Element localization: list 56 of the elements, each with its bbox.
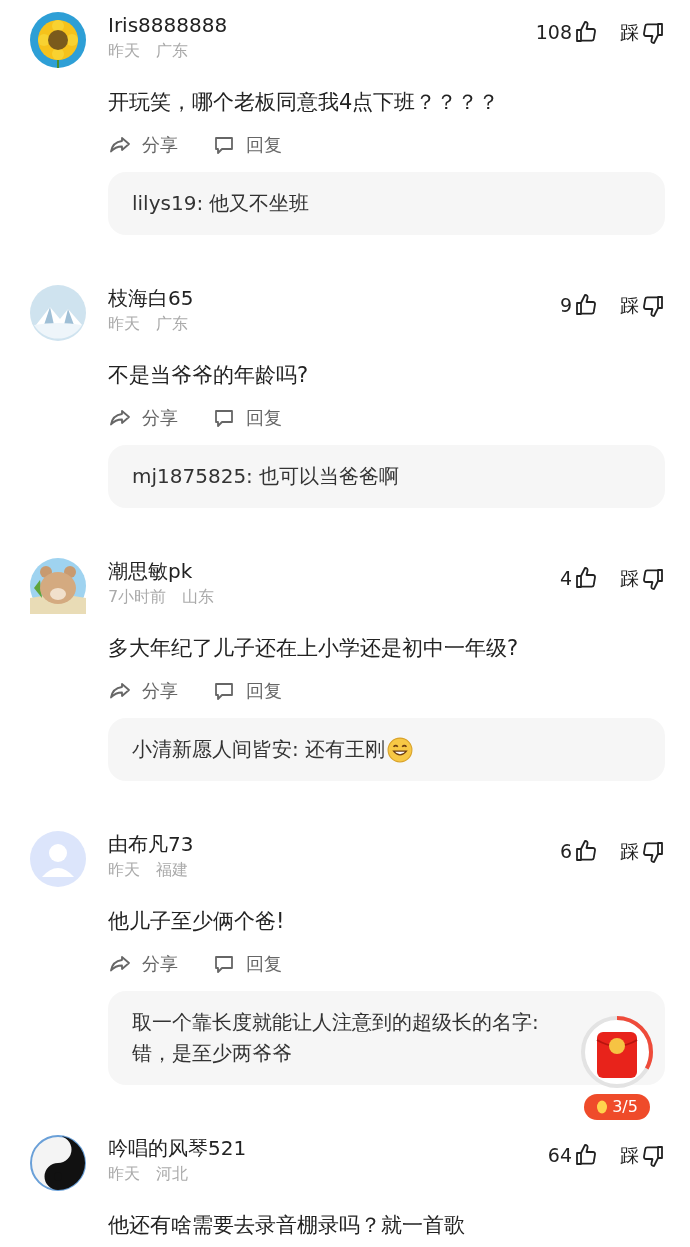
comment-text: 不是当爷爷的年龄吗? [108, 362, 310, 389]
progress-badge: 3/5 [584, 1094, 650, 1120]
user-location: 福建 [156, 859, 188, 881]
post-time: 昨天 [108, 313, 140, 335]
like-button[interactable]: 9 [559, 293, 598, 317]
coin-icon [596, 1100, 609, 1114]
post-time: 昨天 [108, 40, 140, 62]
thumbs-up-icon [574, 566, 598, 590]
like-button[interactable]: 6 [559, 839, 598, 863]
thumbs-down-icon [641, 840, 665, 864]
reply-button[interactable]: 回复 [212, 949, 282, 979]
thumbs-down-icon [641, 21, 665, 45]
reply-text: mj1875825: 也可以当爸爸啊 [132, 463, 400, 490]
share-button[interactable]: 分享 [108, 130, 178, 160]
thumbs-down-icon [641, 294, 665, 318]
post-time: 昨天 [108, 1163, 140, 1185]
user-name[interactable]: 由布凡73 [108, 831, 194, 857]
user-name[interactable]: 潮思敏pk [108, 558, 215, 584]
post-time: 昨天 [108, 859, 140, 881]
reply-text: 取一个靠长度就能让人注意到的超级长的名字: 错，是至少两爷爷 [132, 1009, 540, 1067]
dislike-button[interactable]: 踩 [620, 20, 665, 46]
dislike-button[interactable]: 踩 [620, 293, 665, 319]
thumbs-up-icon [574, 293, 598, 317]
dislike-button[interactable]: 踩 [620, 1143, 665, 1169]
user-name[interactable]: Iris8888888 [108, 12, 228, 38]
reply-text: lilys19: 他又不坐班 [132, 190, 310, 217]
comment-text: 开玩笑，哪个老板同意我4点下班？？？？ [108, 89, 501, 116]
thumbs-up-icon [574, 20, 598, 44]
reply-text: 小清新愿人间皆安: 还有王刚 [132, 736, 386, 763]
share-button[interactable]: 分享 [108, 949, 178, 979]
user-location: 广东 [156, 313, 188, 335]
dislike-button[interactable]: 踩 [620, 839, 665, 865]
thumbs-down-icon [641, 567, 665, 591]
share-button[interactable]: 分享 [108, 676, 178, 706]
user-location: 河北 [156, 1163, 188, 1185]
yin-yang-icon [30, 1135, 86, 1191]
user-location: 山东 [182, 586, 215, 608]
like-button[interactable]: 108 [535, 20, 598, 44]
dislike-button[interactable]: 踩 [620, 566, 665, 592]
user-name[interactable]: 吟唱的风琴521 [108, 1135, 247, 1161]
reply-button[interactable]: 回复 [212, 676, 282, 706]
thumbs-down-icon [641, 1144, 665, 1168]
avatar-icon [30, 831, 86, 887]
comment-text: 多大年纪了儿子还在上小学还是初中一年级? [108, 635, 520, 662]
comment-text: 他还有啥需要去录音棚录吗？就一首歌 [108, 1212, 466, 1239]
share-button[interactable]: 分享 [108, 403, 178, 433]
reply-button[interactable]: 回复 [212, 130, 282, 160]
user-name[interactable]: 枝海白65 [108, 285, 194, 311]
reply-button[interactable]: 回复 [212, 403, 282, 433]
thumbs-up-icon [574, 1143, 598, 1167]
like-button[interactable]: 64 [547, 1143, 598, 1167]
thumbs-up-icon [574, 839, 598, 863]
comment-text: 他儿子至少俩个爸! [108, 908, 286, 935]
post-time: 7小时前 [108, 586, 167, 608]
user-location: 广东 [156, 40, 188, 62]
like-button[interactable]: 4 [559, 566, 598, 590]
